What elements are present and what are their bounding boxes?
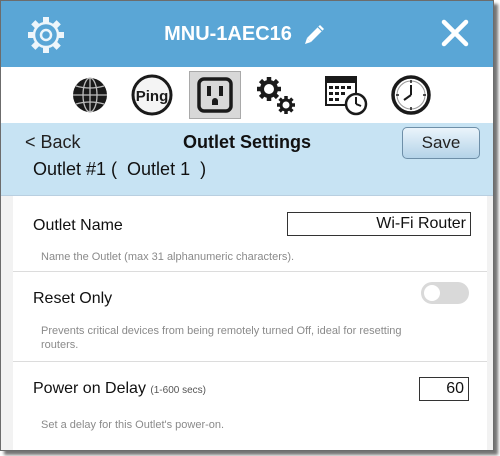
outlet-name-help: Name the Outlet (max 31 alphanumeric cha… (41, 251, 295, 263)
tab-bar: Ping (1, 67, 493, 123)
reset-only-help-line2: routers. (41, 339, 79, 351)
app-window: MNU-1AEC16 Ping < Back Outlet Settings S… (0, 0, 494, 451)
ping-icon: Ping (131, 74, 173, 116)
setting-row-power-on-delay: Power on Delay (1-600 secs) Set a delay … (13, 361, 487, 450)
power-on-delay-label: Power on Delay (1-600 secs) (33, 380, 206, 398)
gear-icon[interactable] (25, 14, 67, 56)
close-icon[interactable] (439, 17, 471, 49)
toggle-knob (424, 285, 440, 301)
setting-row-outlet-name: Outlet Name Name the Outlet (max 31 alph… (13, 196, 487, 272)
outlet-icon (197, 77, 233, 113)
tab-network[interactable] (64, 71, 116, 119)
reset-only-label: Reset Only (33, 290, 113, 307)
pencil-edit-icon[interactable] (302, 21, 328, 47)
gears-icon (257, 77, 295, 114)
page-header: < Back Outlet Settings Save Outlet #1 ( … (1, 123, 493, 196)
outlet-identifier: Outlet #1 ( Outlet 1 ) (33, 159, 207, 179)
settings-panel: Outlet Name Name the Outlet (max 31 alph… (13, 196, 487, 450)
reset-only-help-line1: Prevents critical devices from being rem… (41, 325, 402, 337)
power-on-delay-range: (1-600 secs) (150, 385, 206, 396)
tab-ping[interactable]: Ping (126, 71, 178, 119)
globe-icon (73, 77, 107, 113)
schedule-calendar-icon (325, 76, 368, 116)
device-name: MNU-1AEC16 (164, 22, 292, 45)
clock-icon (391, 75, 431, 115)
tab-outlet[interactable] (189, 71, 241, 119)
title-bar: MNU-1AEC16 (1, 1, 493, 67)
setting-row-reset-only: Reset Only Prevents critical devices fro… (13, 271, 487, 362)
reset-only-toggle[interactable] (421, 282, 469, 304)
outlet-name-label: Outlet Name (33, 217, 123, 234)
power-on-delay-help: Set a delay for this Outlet's power-on. (41, 419, 225, 431)
tab-time[interactable] (385, 71, 437, 119)
tab-schedule[interactable] (320, 71, 372, 119)
window-title-group: MNU-1AEC16 (151, 1, 341, 67)
save-button[interactable]: Save (402, 127, 480, 159)
power-on-delay-label-text: Power on Delay (33, 380, 146, 397)
ping-icon-label: Ping (136, 88, 169, 105)
outlet-name-input[interactable] (287, 212, 471, 236)
tab-advanced[interactable] (250, 71, 302, 119)
power-on-delay-input[interactable] (419, 377, 469, 401)
